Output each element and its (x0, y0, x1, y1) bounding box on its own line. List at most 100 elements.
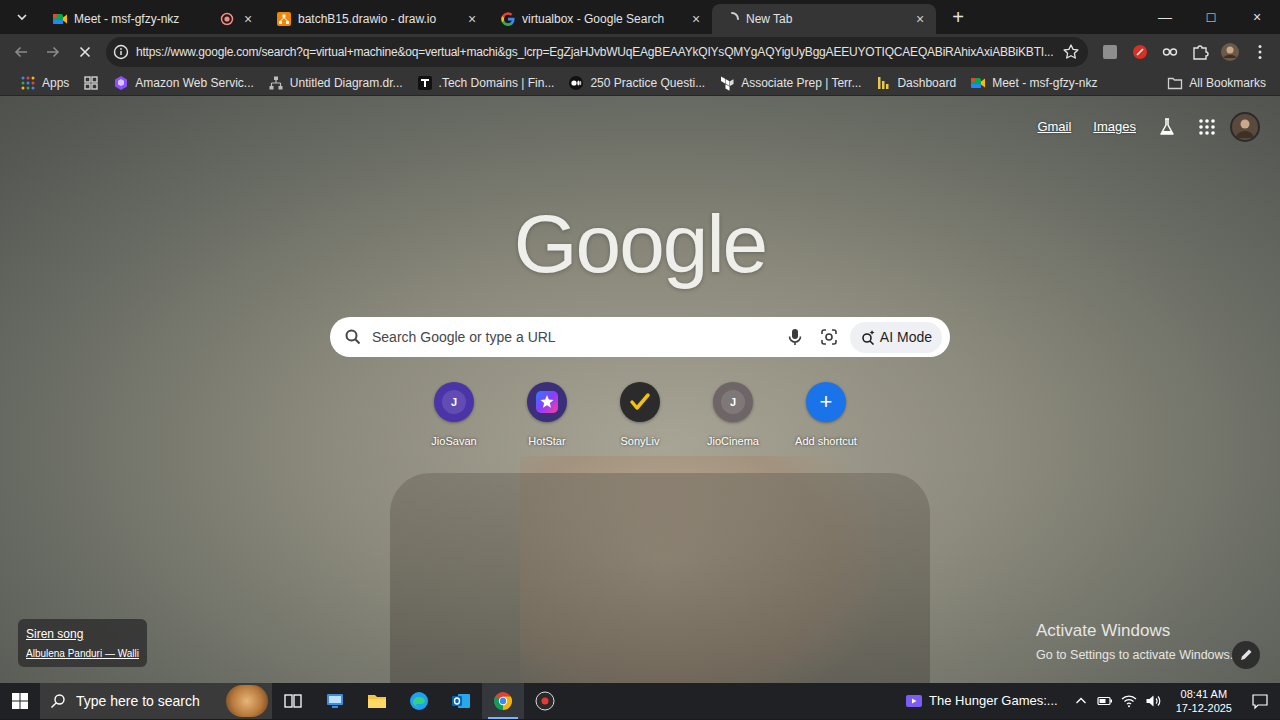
address-bar[interactable]: https://www.google.com/search?q=virtual+… (106, 37, 1088, 67)
ai-mode-button[interactable]: AI Mode (850, 322, 942, 353)
bookmark-item[interactable]: Meet - msf-gfzy-nkz (964, 71, 1103, 95)
video-icon (905, 692, 923, 710)
show-hidden-icon[interactable] (1072, 692, 1090, 710)
lens-icon[interactable] (816, 324, 842, 350)
header-link[interactable]: Images (1085, 113, 1144, 141)
google-apps-icon[interactable] (1190, 113, 1224, 141)
outlook-icon[interactable] (440, 683, 482, 719)
forward-icon[interactable] (38, 37, 68, 67)
edge-icon[interactable] (398, 683, 440, 719)
minimize-button[interactable]: — (1142, 0, 1188, 34)
all-bookmarks-button[interactable]: All Bookmarks (1161, 71, 1272, 95)
bookmark-label: .Tech Domains | Fin... (439, 74, 555, 92)
shortcut-letter: J (730, 394, 736, 411)
bookmark-star-icon[interactable] (1060, 41, 1082, 63)
close-tab-button[interactable]: × (464, 11, 480, 27)
bookmark-item[interactable]: Associate Prep | Terr... (713, 71, 867, 95)
taskview-icon[interactable] (272, 683, 314, 719)
site-info-icon[interactable] (110, 41, 132, 63)
url-text[interactable]: https://www.google.com/search?q=virtual+… (136, 43, 1056, 61)
media-artist[interactable]: Albulena Panduri — Walli (26, 646, 139, 661)
search-input[interactable] (370, 326, 774, 349)
maximize-button[interactable]: □ (1188, 0, 1234, 34)
bookmark-item[interactable]: Untitled Diagram.dr... (262, 71, 409, 95)
watermark-title: Activate Windows (1036, 618, 1233, 644)
close-tab-button[interactable]: × (688, 11, 704, 27)
search-box[interactable]: AI Mode (330, 317, 950, 357)
new-tab-page: GmailImagesGoogleAI ModeJJioSavanHotStar… (0, 96, 1280, 683)
tab-search-button[interactable] (8, 3, 36, 31)
puzzle-icon[interactable] (1186, 38, 1214, 66)
shortcut-tile[interactable]: +Add shortcut (780, 382, 873, 450)
bookmark-item[interactable]: Dashboard (869, 71, 962, 95)
windows-start-icon[interactable] (0, 683, 40, 719)
profile-avatar-icon[interactable] (1216, 38, 1244, 66)
explorer-icon[interactable] (356, 683, 398, 719)
browser-toolbar: https://www.google.com/search?q=virtual+… (0, 34, 1280, 70)
apps-bookmark[interactable]: Apps (14, 71, 75, 95)
all-bookmarks-label: All Bookmarks (1189, 74, 1266, 92)
meet-icon (52, 11, 68, 27)
customize-pencil-icon[interactable] (1232, 641, 1260, 669)
browser-tab[interactable]: batchB15.drawio - draw.io× (264, 4, 488, 34)
shortcut-tile[interactable]: SonyLiv (594, 382, 687, 450)
reading-mode-icon[interactable] (1156, 38, 1184, 66)
tab-label: Meet - msf-gfzy-nkz (74, 10, 214, 28)
volume-icon[interactable] (1144, 692, 1162, 710)
bookmark-item[interactable]: 250 Practice Questi... (562, 71, 711, 95)
media-widget[interactable]: The Hunger Games:... (897, 691, 1072, 711)
chrome-icon[interactable] (482, 683, 524, 719)
clock[interactable]: 08:41 AM17-12-2025 (1168, 687, 1240, 716)
bookmark-label: Untitled Diagram.dr... (290, 74, 403, 92)
apps-label: Apps (42, 74, 69, 92)
shortcut-tile[interactable]: JJioSavan (408, 382, 501, 450)
close-tab-button[interactable]: × (240, 11, 256, 27)
media-title[interactable]: Siren song (26, 625, 139, 643)
browser-tab[interactable]: New Tab× (712, 4, 936, 34)
bookmark-item[interactable]: Amazon Web Servic... (107, 71, 260, 95)
notifications-icon[interactable] (1240, 683, 1280, 719)
microphone-icon[interactable] (782, 324, 808, 350)
wifi-icon[interactable] (1120, 692, 1138, 710)
bookmark-label: Associate Prep | Terr... (741, 74, 861, 92)
account-avatar-icon[interactable] (1230, 112, 1260, 142)
tab-label: virtualbox - Google Search (522, 10, 682, 28)
shortcut-tile[interactable]: HotStar (501, 382, 594, 450)
media-card[interactable]: Siren song Albulena Panduri — Walli (18, 619, 147, 667)
remote-icon[interactable] (314, 683, 356, 719)
extension-icon[interactable] (1096, 38, 1124, 66)
extension-icon[interactable] (1126, 38, 1154, 66)
labs-flask-icon[interactable] (1150, 113, 1184, 141)
ntp-header: GmailImages (0, 96, 1280, 141)
search-highlight-image[interactable] (226, 685, 268, 717)
taskbar: The Hunger Games:... 08:41 AM17-12-2025 (0, 683, 1280, 719)
background-boat (390, 473, 930, 683)
window-controls: —□× (1142, 0, 1280, 34)
back-icon[interactable] (6, 37, 36, 67)
plus-glyph: + (820, 391, 833, 413)
header-link[interactable]: Gmail (1029, 113, 1079, 141)
browser-tab[interactable]: Meet - msf-gfzy-nkz × (40, 4, 264, 34)
bookmark-item[interactable]: .Tech Domains | Fin... (411, 71, 561, 95)
close-tab-button[interactable]: × (912, 11, 928, 27)
close-window-button[interactable]: × (1234, 0, 1280, 34)
tech-icon (417, 75, 433, 91)
clock-date: 17-12-2025 (1176, 701, 1232, 715)
menu-icon[interactable] (1246, 38, 1274, 66)
stop-icon[interactable] (70, 37, 100, 67)
shortcut-tile[interactable]: J JioCinema (687, 382, 780, 450)
new-tab-button[interactable]: + (944, 4, 972, 32)
media-widget-label: The Hunger Games:... (929, 691, 1058, 711)
shortcuts: JJioSavanHotStarSonyLiv J JioCinema +Add sh… (408, 382, 873, 450)
battery-icon[interactable] (1096, 692, 1114, 710)
bookmark-label: Amazon Web Servic... (135, 74, 254, 92)
taskbar-search-input[interactable] (74, 690, 218, 713)
obs-icon[interactable] (524, 683, 566, 719)
tab-groups-icon[interactable] (77, 71, 105, 95)
aws-icon (113, 75, 129, 91)
shortcut-icon (527, 382, 567, 422)
bookmark-label: Meet - msf-gfzy-nkz (992, 74, 1097, 92)
taskbar-search[interactable] (40, 683, 272, 719)
shortcut-label: JioCinema (707, 433, 759, 450)
browser-tab[interactable]: virtualbox - Google Search × (488, 4, 712, 34)
